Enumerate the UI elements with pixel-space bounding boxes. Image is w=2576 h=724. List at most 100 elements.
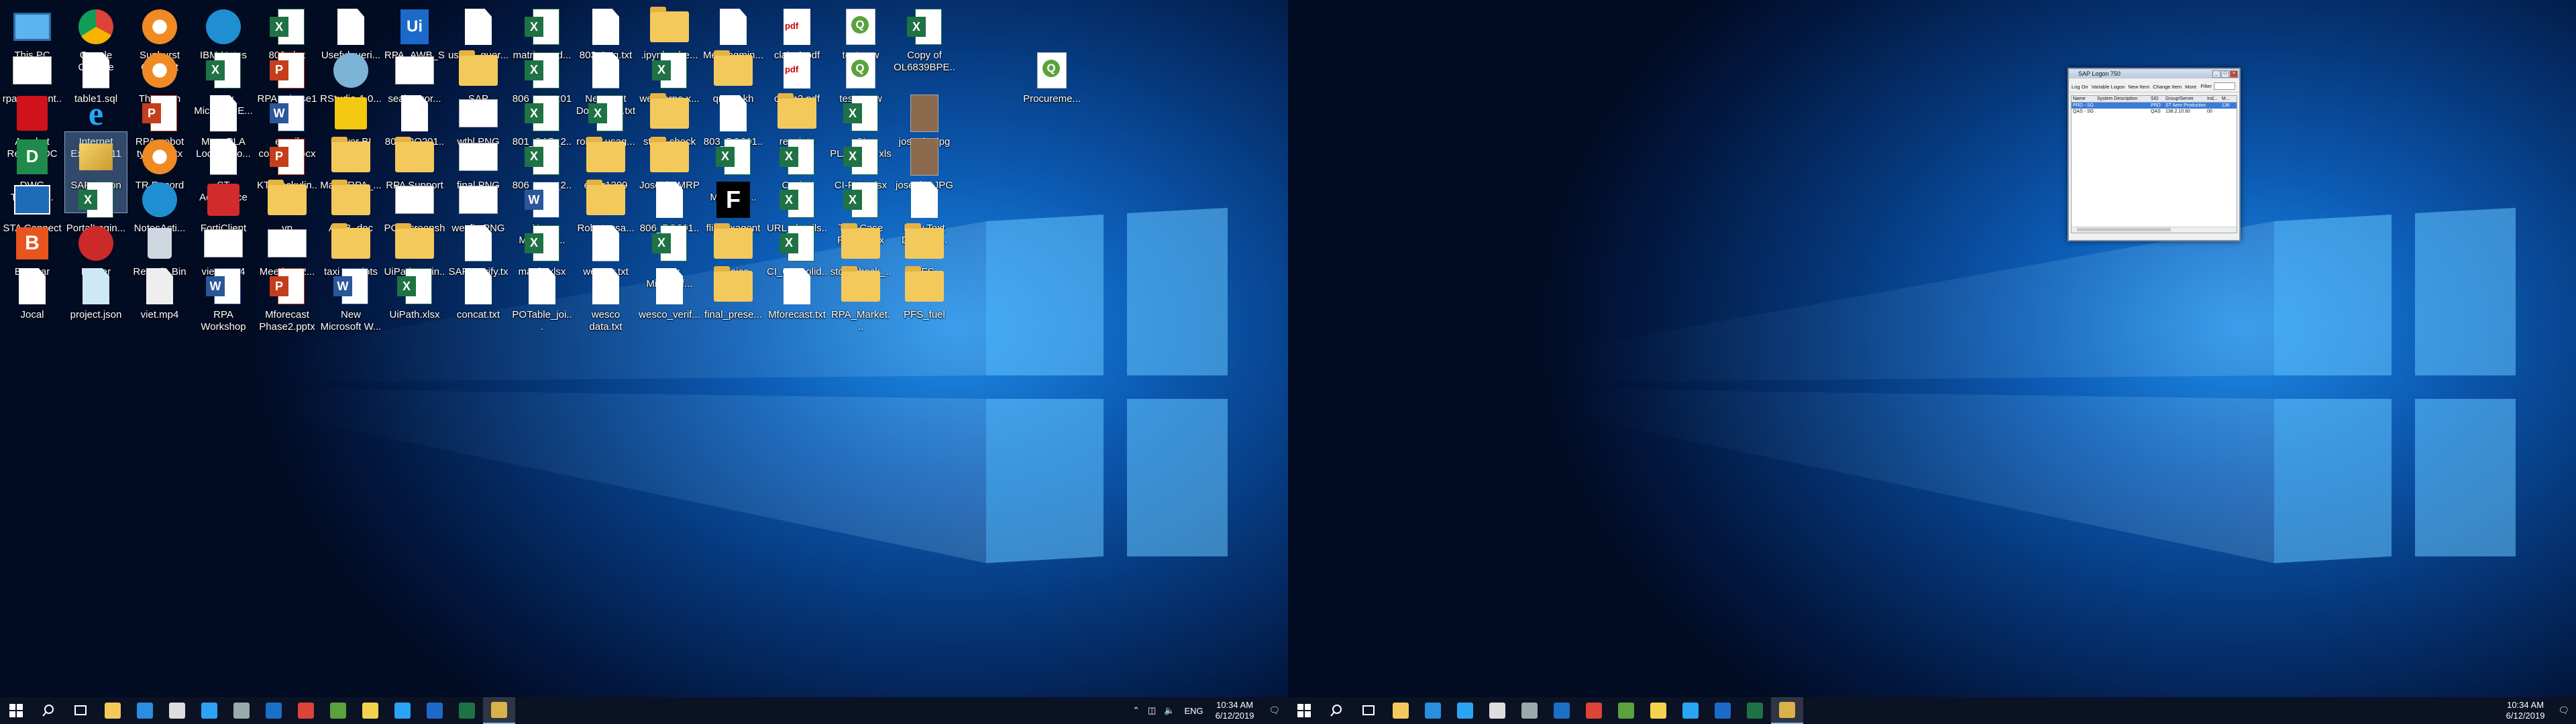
- taskbar-app-file-explorer[interactable]: [97, 697, 129, 724]
- desktop-icon[interactable]: WRPA Workshop S...: [193, 261, 254, 342]
- language-indicator[interactable]: ENG: [1179, 706, 1208, 716]
- network-icon[interactable]: ◫: [1144, 705, 1160, 716]
- scrollbar-thumb[interactable]: [2077, 228, 2171, 231]
- sun-icon: [140, 50, 180, 91]
- clock[interactable]: 10:34 AM 6/12/2019: [1209, 700, 1261, 721]
- log-on-button[interactable]: Log On: [2072, 84, 2088, 90]
- taskbar-app-ie-2[interactable]: [1674, 697, 1707, 724]
- sap-row-qas[interactable]: QAS - SG ... QAS 138.2.10.60 00: [2072, 109, 2237, 115]
- taskbar-app-edge[interactable]: [1417, 697, 1449, 724]
- desktop-icon-label: wesco_verif...: [639, 309, 700, 320]
- maximize-button[interactable]: □: [2221, 70, 2229, 78]
- taskbar-app-file-explorer[interactable]: [1385, 697, 1417, 724]
- tray-chevron-icon[interactable]: ⌃: [1128, 705, 1144, 716]
- start-button[interactable]: [0, 697, 32, 724]
- notification-icon-2[interactable]: 🗨: [2551, 705, 2576, 716]
- taskbar-app-ie[interactable]: [1449, 697, 1481, 724]
- taskbar-app-notes[interactable]: [1642, 697, 1674, 724]
- search-button[interactable]: [32, 697, 64, 724]
- start-button-2[interactable]: [1288, 697, 1320, 724]
- col-m[interactable]: M...: [2220, 96, 2237, 102]
- sap-logon-icon: [1779, 702, 1795, 718]
- col-sid[interactable]: SID: [2149, 96, 2164, 102]
- desktop-icon-label: RPA_Market...: [830, 309, 891, 333]
- desktop-icon[interactable]: final_prese...: [702, 261, 764, 342]
- desktop-icon[interactable]: P Mforecast Phase2.pptx: [256, 261, 318, 342]
- col-group-server[interactable]: Group/Server: [2164, 96, 2206, 102]
- folder-icon: [841, 265, 881, 307]
- desktop-icon[interactable]: POTable_joi...: [511, 261, 573, 342]
- desktop-icon[interactable]: Q Procureme...: [1021, 46, 1083, 126]
- row-server: 138.2.10.60: [2165, 109, 2190, 114]
- img-icon: [458, 179, 498, 221]
- tools-icon: [233, 703, 250, 719]
- search-button-2[interactable]: [1320, 697, 1352, 724]
- change-item-button[interactable]: Change Item: [2153, 84, 2182, 90]
- desktop-icon[interactable]: project.json: [65, 261, 127, 342]
- doc-icon: [586, 50, 626, 91]
- taskbar-app-ie[interactable]: [193, 697, 225, 724]
- col-name[interactable]: Name: [2072, 96, 2096, 102]
- taskbar-app-uipath[interactable]: [419, 697, 451, 724]
- desktop-icon[interactable]: RPA_Market...: [830, 261, 892, 342]
- desktop-icon[interactable]: wesco_verif...: [639, 261, 700, 342]
- taskbar-app-excel[interactable]: [451, 697, 483, 724]
- doc-icon: [649, 265, 690, 307]
- minimize-button[interactable]: _: [2212, 70, 2220, 78]
- taskbar-app-sap-logon[interactable]: [1771, 697, 1803, 724]
- taskbar-app-tools[interactable]: [225, 697, 258, 724]
- more-button[interactable]: More: [2185, 84, 2196, 90]
- taskbar-app-notes[interactable]: [354, 697, 386, 724]
- desktop-icon[interactable]: concat.txt: [447, 261, 509, 342]
- task-view-button[interactable]: [64, 697, 97, 724]
- clock-2[interactable]: 10:34 AM 6/12/2019: [2500, 700, 2552, 721]
- taskbar-app-uipath[interactable]: [1707, 697, 1739, 724]
- desktop-icon[interactable]: Mforecast.txt: [766, 261, 828, 342]
- taskbar-app-ie-2[interactable]: [386, 697, 419, 724]
- taskbar-app-tools[interactable]: [1513, 697, 1546, 724]
- notes-icon: [1650, 703, 1666, 719]
- volume-icon[interactable]: 🔈: [1160, 705, 1179, 716]
- variable-logon-button[interactable]: Variable Logon: [2092, 84, 2125, 90]
- pp-icon: P: [267, 265, 307, 307]
- taskbar-app-store[interactable]: [1481, 697, 1513, 724]
- task-view-button-2[interactable]: [1352, 697, 1385, 724]
- edge-icon: [1425, 703, 1441, 719]
- desktop-icon[interactable]: X UiPath.xlsx: [384, 261, 445, 342]
- desktop-icon[interactable]: Jocal: [1, 261, 63, 342]
- taskbar-app-outlook[interactable]: [1546, 697, 1578, 724]
- taskbar-app-excel[interactable]: [1739, 697, 1771, 724]
- row-sid: QAS: [2151, 109, 2161, 114]
- wd-icon: W: [267, 93, 307, 134]
- filter-input[interactable]: [2214, 82, 2235, 90]
- taskbar-app-sap-logon[interactable]: [483, 697, 515, 724]
- desktop-icon[interactable]: W New Microsoft W...: [320, 261, 382, 342]
- sap-icon: [76, 136, 116, 178]
- horizontal-scrollbar[interactable]: [2072, 227, 2237, 233]
- taskbar-app-outlook[interactable]: [258, 697, 290, 724]
- desktop-icon-label: POTable_joi...: [512, 309, 572, 333]
- new-item-button[interactable]: New Item: [2129, 84, 2150, 90]
- taskbar-app-store[interactable]: [161, 697, 193, 724]
- desktop-icon[interactable]: PFS_fuel: [894, 261, 955, 342]
- desktop-icon-label: Copy of OL6839BPE...: [894, 50, 955, 75]
- sap-row-prd[interactable]: PRD - SG ... PRD ST Aero Production 136: [2072, 103, 2237, 109]
- sap-title-bar[interactable]: SAP Logon 750 _ □ ×: [2069, 69, 2239, 78]
- notification-icon[interactable]: 🗨: [1260, 705, 1288, 716]
- desktop-icon[interactable]: XCopy of OL6839BPE...: [894, 2, 955, 82]
- desktop-icon-label: viet.mp4: [140, 309, 179, 320]
- taskbar-app-qlikview[interactable]: [322, 697, 354, 724]
- taskbar-app-chrome[interactable]: [290, 697, 322, 724]
- doc-icon: [777, 265, 817, 307]
- taskbar-app-qlikview[interactable]: [1610, 697, 1642, 724]
- desktop-icon[interactable]: viet.mp4: [129, 261, 191, 342]
- sap-logon-window[interactable]: SAP Logon 750 _ □ × Log On Variable Logo…: [2068, 68, 2241, 241]
- taskbar-app-edge[interactable]: [129, 697, 161, 724]
- row-sid: PRD: [2151, 103, 2161, 108]
- wd-icon: W: [331, 265, 371, 307]
- col-description[interactable]: System Description: [2096, 96, 2149, 102]
- close-button[interactable]: ×: [2230, 70, 2238, 78]
- col-ind[interactable]: Ind...: [2206, 96, 2220, 102]
- desktop-icon[interactable]: wesco data.txt: [575, 261, 637, 342]
- taskbar-app-chrome[interactable]: [1578, 697, 1610, 724]
